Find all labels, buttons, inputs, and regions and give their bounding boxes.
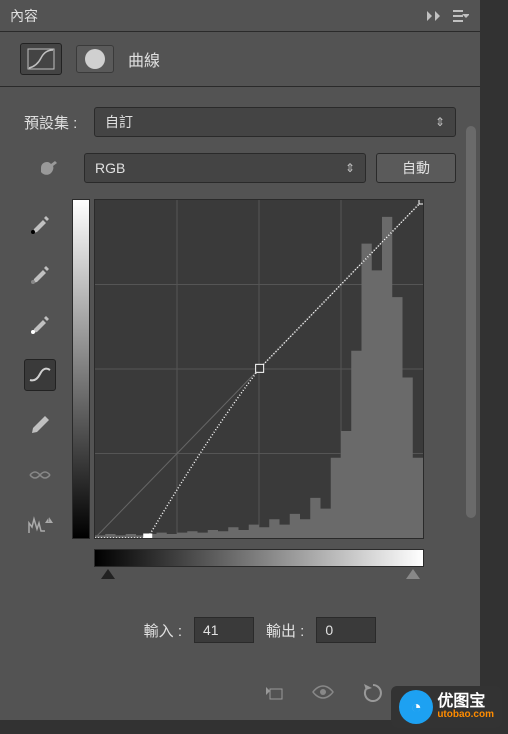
input-gradient bbox=[94, 549, 424, 567]
auto-button[interactable]: 自動 bbox=[376, 153, 456, 183]
chevron-updown-icon: ⇕ bbox=[345, 161, 355, 175]
channel-dropdown[interactable]: RGB ⇕ bbox=[84, 153, 366, 183]
pencil-icon[interactable] bbox=[24, 409, 56, 441]
preset-value: 自訂 bbox=[105, 112, 133, 132]
input-label: 輸入 : bbox=[144, 620, 182, 641]
scrollbar[interactable] bbox=[466, 126, 476, 518]
eyedropper-gray-icon[interactable] bbox=[24, 259, 56, 291]
output-label: 輸出 : bbox=[266, 620, 304, 641]
watermark: ◔ 优图宝 utobao.com bbox=[391, 686, 502, 728]
collapse-icon[interactable] bbox=[426, 7, 444, 25]
clip-warning-icon[interactable]: ! bbox=[24, 509, 56, 541]
preset-label: 預設集 : bbox=[24, 112, 84, 133]
channel-value: RGB bbox=[95, 160, 125, 176]
targeted-adjust-icon[interactable] bbox=[24, 153, 74, 183]
reset-icon[interactable] bbox=[360, 679, 386, 705]
adjustment-curves-icon[interactable] bbox=[20, 43, 62, 75]
curves-graph[interactable] bbox=[94, 199, 424, 539]
white-point-slider[interactable] bbox=[406, 569, 420, 579]
output-gradient bbox=[72, 199, 90, 539]
output-field[interactable]: 0 bbox=[316, 617, 376, 643]
layer-mask-icon[interactable] bbox=[76, 45, 114, 73]
input-field[interactable]: 41 bbox=[194, 617, 254, 643]
eyedropper-white-icon[interactable] bbox=[24, 309, 56, 341]
watermark-logo-icon: ◔ bbox=[399, 690, 433, 724]
eyedropper-black-icon[interactable] bbox=[24, 209, 56, 241]
curve-tools: ! bbox=[24, 199, 64, 599]
panel-title: 內容 bbox=[10, 6, 418, 26]
preset-dropdown[interactable]: 自訂 ⇕ bbox=[94, 107, 456, 137]
visibility-icon[interactable] bbox=[310, 679, 336, 705]
panel-menu-icon[interactable] bbox=[452, 7, 470, 25]
clip-to-layer-icon[interactable] bbox=[260, 679, 286, 705]
smooth-icon[interactable] bbox=[24, 459, 56, 491]
chevron-updown-icon: ⇕ bbox=[435, 115, 445, 129]
curve-edit-icon[interactable] bbox=[24, 359, 56, 391]
black-point-slider[interactable] bbox=[101, 569, 115, 579]
adjustment-name: 曲線 bbox=[128, 47, 160, 71]
